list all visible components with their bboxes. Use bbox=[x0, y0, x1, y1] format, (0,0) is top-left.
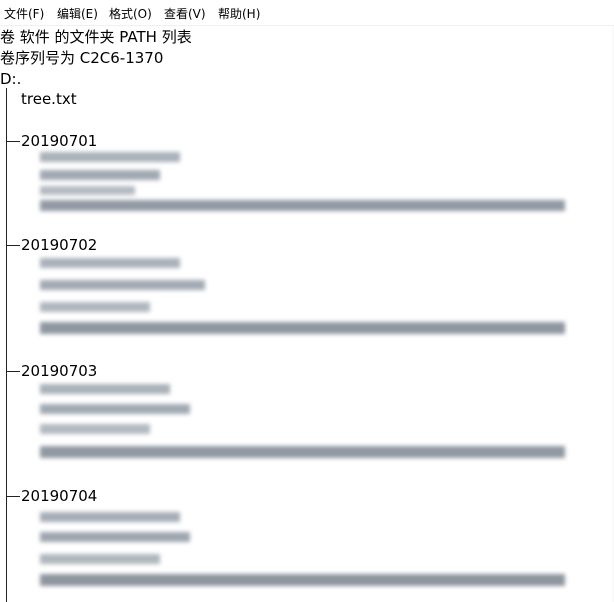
root-drive-line: D:. bbox=[0, 70, 22, 88]
folder-20190704: 20190704 bbox=[21, 487, 98, 505]
text-editor[interactable]: 卷 软件 的文件夹 PATH 列表 卷序列号为 C2C6-1370 D:. tr… bbox=[0, 26, 614, 602]
menu-bar: 文件(F) 编辑(E) 格式(O) 查看(V) 帮助(H) bbox=[0, 0, 614, 26]
blurred-folder-contents bbox=[38, 148, 568, 218]
blurred-folder-contents bbox=[38, 508, 568, 598]
root-file-tree-txt: tree.txt bbox=[21, 90, 77, 108]
tree-branch-connector bbox=[6, 245, 20, 246]
tree-branch-connector bbox=[6, 371, 20, 372]
menu-format[interactable]: 格式(O) bbox=[109, 6, 152, 22]
volume-serial-line: 卷序列号为 C2C6-1370 bbox=[0, 49, 164, 67]
blurred-folder-contents bbox=[38, 254, 568, 344]
volume-title-line: 卷 软件 的文件夹 PATH 列表 bbox=[0, 28, 192, 46]
blurred-folder-contents bbox=[38, 378, 568, 466]
folder-20190702: 20190702 bbox=[21, 236, 98, 254]
menu-help[interactable]: 帮助(H) bbox=[218, 6, 260, 22]
menu-file[interactable]: 文件(F) bbox=[4, 6, 44, 22]
tree-root-connector bbox=[6, 88, 7, 602]
tree-branch-connector bbox=[6, 141, 20, 142]
menu-view[interactable]: 查看(V) bbox=[164, 6, 206, 22]
tree-branch-connector bbox=[6, 496, 20, 497]
menu-edit[interactable]: 编辑(E) bbox=[57, 6, 98, 22]
